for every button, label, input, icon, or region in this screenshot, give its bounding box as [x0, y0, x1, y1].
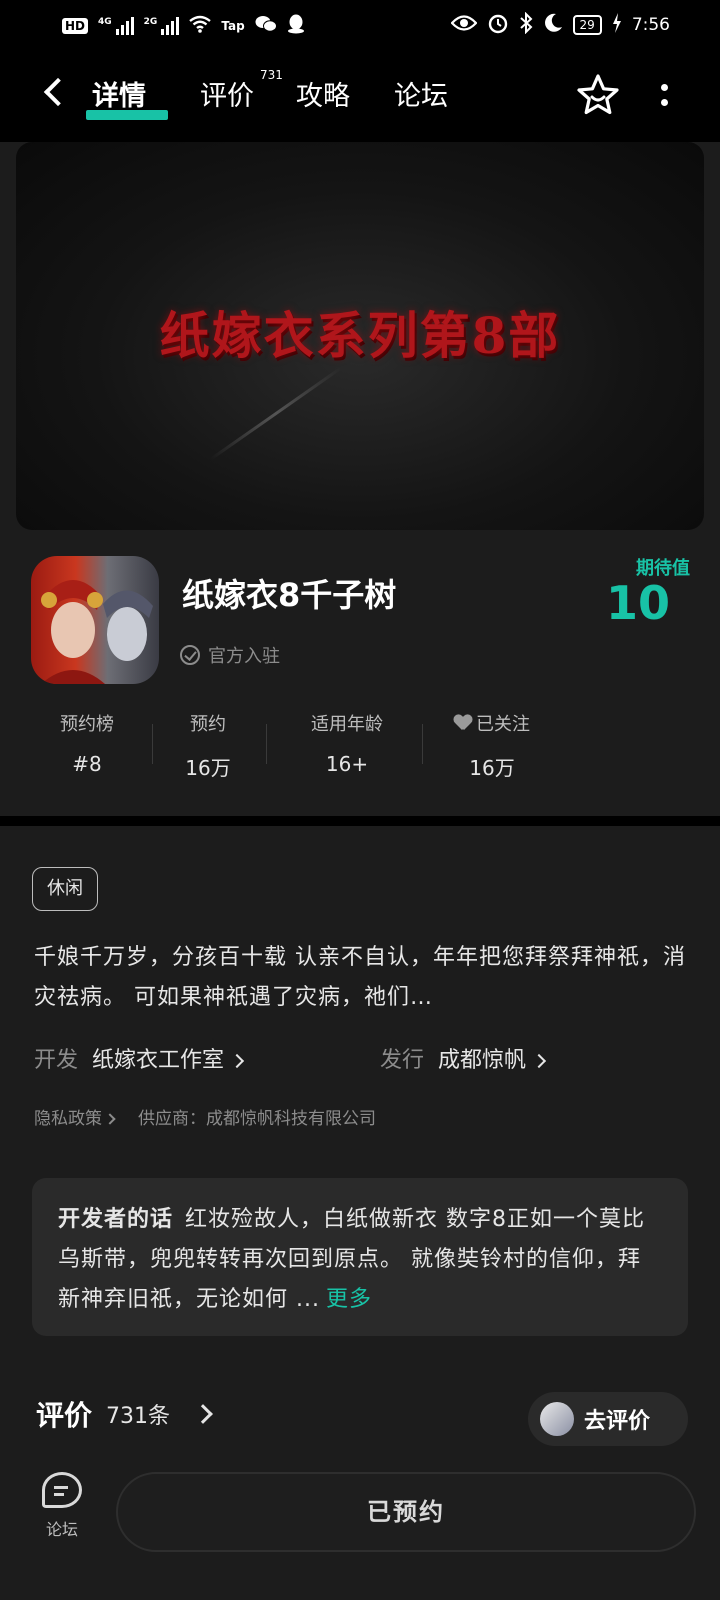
stat-age-rating[interactable]: 适用年龄 16+ [290, 710, 404, 776]
game-intro[interactable]: 千娘千万岁，分孩百十载 认亲不自认，年年把您拜祭拜神祇，消灾祛病。 可如果神祇遇… [34, 938, 694, 1018]
stat-value: 16万 [469, 756, 515, 780]
developer-value: 纸嫁衣工作室 [92, 1048, 225, 1073]
game-banner[interactable]: 纸嫁衣系列第8部 [16, 142, 704, 530]
review-count-badge: 731 [260, 68, 283, 82]
official-badge: 官方入驻 [180, 642, 280, 668]
reviews-title: 评价 [36, 1399, 93, 1432]
chevron-right-icon [531, 1053, 547, 1069]
taptap-icon: Tap [221, 19, 245, 33]
alarm-icon [487, 12, 509, 38]
reviews-count: 731条 [106, 1404, 171, 1429]
verified-check-icon [180, 645, 200, 665]
developer-key: 开发 [34, 1048, 79, 1073]
banner-decoration [209, 366, 343, 461]
stat-label: 适用年龄 [311, 714, 383, 735]
hd-indicator: HD [62, 18, 89, 34]
game-info: 纸嫁衣8千子树 官方入驻 期待值 10 预约榜 #8 预约 16万 适用年龄 1… [0, 530, 720, 816]
publisher-key: 发行 [380, 1048, 425, 1073]
game-app-icon [31, 556, 159, 684]
developer-notes-title: 开发者的话 [58, 1207, 174, 1232]
tab-details[interactable]: 详情 [92, 74, 146, 113]
write-review-label: 去评价 [584, 1409, 651, 1434]
stat-divider [152, 724, 153, 764]
charging-icon [612, 13, 622, 37]
top-bar: HD 4G 2G Tap 29 7:56 详情 评价 731 攻略 论坛 [0, 0, 720, 142]
banner-title: 纸嫁衣系列第8部 [159, 306, 561, 365]
reserved-button[interactable]: 已预约 [116, 1472, 696, 1552]
stat-following[interactable]: 已关注 16万 [440, 710, 544, 781]
more-link[interactable]: 更多 [326, 1287, 372, 1312]
header-nav: 详情 评价 731 攻略 论坛 [0, 60, 720, 130]
stat-value: #8 [72, 752, 102, 776]
credits-row: 开发 纸嫁衣工作室 发行 成都惊帆 [34, 1042, 694, 1074]
stat-ranking[interactable]: 预约榜 #8 [48, 710, 126, 776]
qq-icon [287, 14, 305, 38]
battery-icon: 29 [572, 15, 602, 35]
stat-value: 16万 [185, 756, 231, 780]
developer-link[interactable]: 开发 纸嫁衣工作室 [34, 1048, 245, 1073]
stat-value: 16+ [325, 752, 369, 776]
privacy-policy-link[interactable]: 隐私政策 [34, 1104, 116, 1129]
eye-icon [450, 14, 478, 36]
publisher-link[interactable]: 发行 成都惊帆 [380, 1042, 547, 1074]
back-arrow-icon[interactable] [36, 74, 72, 114]
section-separator [0, 816, 720, 826]
description-section: 休闲 千娘千万岁，分孩百十载 认亲不自认，年年把您拜祭拜神祇，消灾祛病。 可如果… [0, 826, 720, 1386]
tab-forum[interactable]: 论坛 [394, 74, 448, 113]
more-options-icon[interactable] [656, 82, 672, 112]
clock: 7:56 [631, 15, 670, 35]
stat-label: 预约榜 [60, 714, 114, 735]
heart-icon [454, 715, 472, 731]
stat-divider [422, 724, 423, 764]
expectation-score: 10 [605, 576, 670, 630]
genre-tag[interactable]: 休闲 [32, 867, 98, 911]
status-bar: HD 4G 2G Tap 29 7:56 [0, 0, 720, 50]
stat-label: 已关注 [476, 714, 530, 735]
tab-reviews[interactable]: 评价 [200, 74, 254, 113]
avatar [540, 1402, 574, 1436]
wifi-icon [189, 15, 212, 37]
forum-label: 论坛 [45, 1520, 78, 1539]
forum-shortcut[interactable]: 论坛 [34, 1472, 90, 1540]
bluetooth-icon [519, 11, 533, 38]
favorite-star-icon[interactable] [575, 72, 621, 118]
chevron-right-icon [193, 1404, 213, 1424]
stats-row: 预约榜 #8 预约 16万 适用年龄 16+ 已关注 16万 [0, 710, 720, 790]
official-label: 官方入驻 [208, 646, 280, 667]
publisher-value: 成都惊帆 [438, 1048, 527, 1073]
wechat-icon [255, 15, 277, 37]
stat-divider [266, 724, 267, 764]
supplier-info: 供应商：成都惊帆科技有限公司 [138, 1109, 376, 1129]
developer-notes[interactable]: 开发者的话 红妆殓故人，白纸做新衣 数字8正如一个莫比乌斯带，兜兜转转再次回到原点… [32, 1178, 688, 1336]
legal-row: 隐私政策 供应商：成都惊帆科技有限公司 [34, 1104, 376, 1129]
moon-icon [543, 13, 563, 37]
chevron-right-icon [104, 1113, 116, 1125]
chat-bubble-icon [42, 1472, 82, 1508]
reviews-header[interactable]: 评价 731条 [36, 1386, 213, 1442]
chevron-right-icon [229, 1053, 245, 1069]
stat-label: 预约 [190, 714, 226, 735]
signal-2g-icon: 2G [144, 17, 180, 35]
write-review-button[interactable]: 去评价 [528, 1392, 688, 1446]
tab-active-indicator [86, 110, 168, 120]
stat-reservations: 预约 16万 [172, 710, 244, 781]
tab-guides[interactable]: 攻略 [296, 74, 350, 113]
signal-4g-icon: 4G [98, 17, 134, 35]
game-title: 纸嫁衣8千子树 [182, 576, 397, 614]
